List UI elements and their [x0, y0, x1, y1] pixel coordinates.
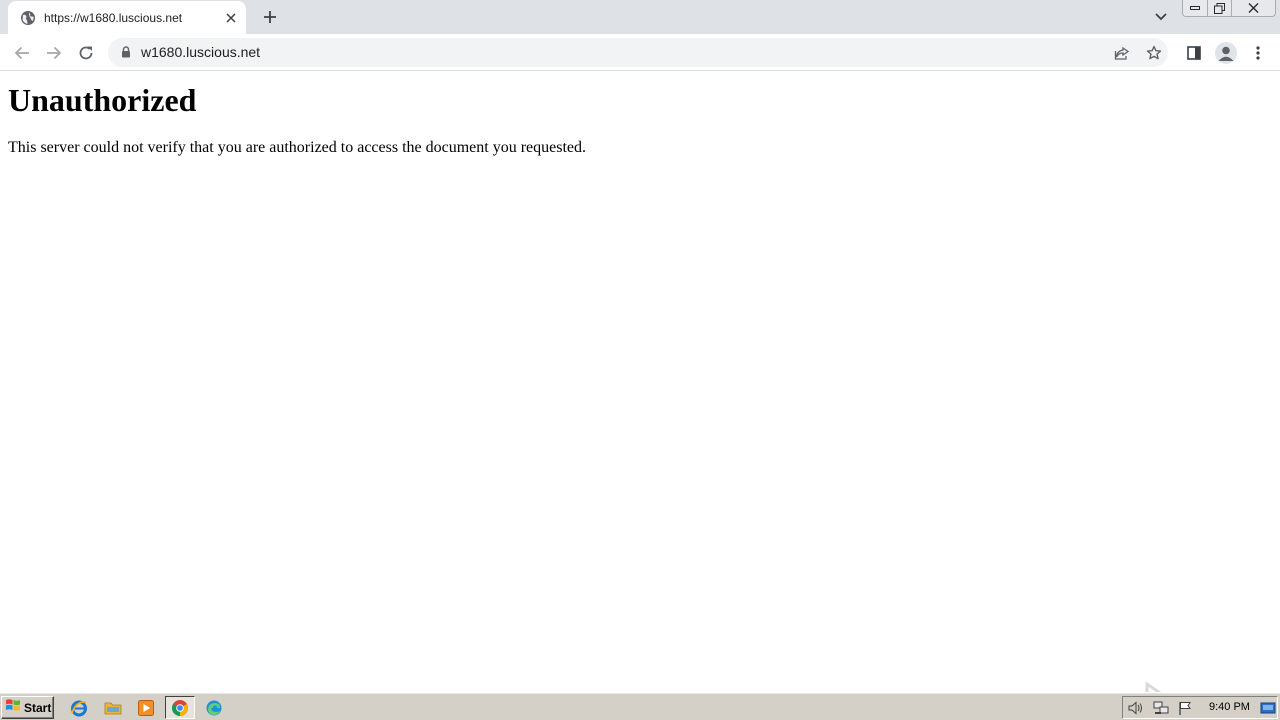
- forward-arrow-icon[interactable]: [41, 40, 67, 66]
- url-text: w1680.luscious.net: [141, 44, 261, 60]
- windows-logo-icon: [5, 697, 21, 718]
- more-menu-icon[interactable]: [1246, 41, 1270, 65]
- action-center-flag-icon[interactable]: [1176, 700, 1194, 716]
- taskbar-clock[interactable]: 9:40 PM: [1209, 701, 1250, 713]
- close-window-icon[interactable]: [1232, 0, 1276, 17]
- restore-window-icon[interactable]: [1208, 0, 1232, 17]
- show-desktop-icon[interactable]: [1259, 700, 1277, 716]
- window-controls: [1182, 0, 1276, 18]
- page-content: Unauthorized This server could not verif…: [0, 72, 1280, 720]
- minimize-window-icon[interactable]: [1182, 0, 1208, 17]
- volume-icon[interactable]: [1127, 700, 1145, 716]
- tab-search-chevron-down-icon[interactable]: [1150, 7, 1172, 27]
- back-arrow-icon[interactable]: [9, 40, 35, 66]
- network-icon[interactable]: [1152, 700, 1170, 716]
- media-player-icon[interactable]: [131, 696, 161, 719]
- start-label: Start: [24, 700, 52, 715]
- page-heading: Unauthorized: [8, 82, 197, 118]
- new-tab-plus-icon[interactable]: [258, 6, 282, 28]
- tab-title: https://w1680.luscious.net: [44, 10, 183, 25]
- lock-icon[interactable]: [120, 45, 132, 59]
- profile-avatar-icon[interactable]: [1214, 41, 1238, 65]
- taskbar: Start 9:40 PM: [0, 692, 1280, 720]
- browser-tab[interactable]: https://w1680.luscious.net: [8, 1, 246, 34]
- bookmark-star-icon[interactable]: [1144, 43, 1164, 63]
- side-panel-icon[interactable]: [1182, 41, 1206, 65]
- chrome-icon[interactable]: [165, 696, 195, 719]
- address-bar[interactable]: w1680.luscious.net: [108, 38, 1168, 67]
- file-explorer-icon[interactable]: [98, 696, 128, 719]
- internet-explorer-icon[interactable]: [64, 696, 94, 719]
- browser-toolbar: w1680.luscious.net: [0, 34, 1280, 71]
- error-message: This server could not verify that you ar…: [8, 139, 587, 156]
- globe-icon: [20, 10, 36, 26]
- reload-icon[interactable]: [73, 40, 99, 66]
- system-tray: 9:40 PM: [1122, 696, 1278, 719]
- tab-strip: https://w1680.luscious.net: [0, 0, 1280, 34]
- tab-close-icon[interactable]: [222, 9, 240, 27]
- start-button[interactable]: Start: [1, 696, 54, 719]
- share-icon[interactable]: [1112, 43, 1132, 63]
- edge-icon[interactable]: [199, 696, 229, 719]
